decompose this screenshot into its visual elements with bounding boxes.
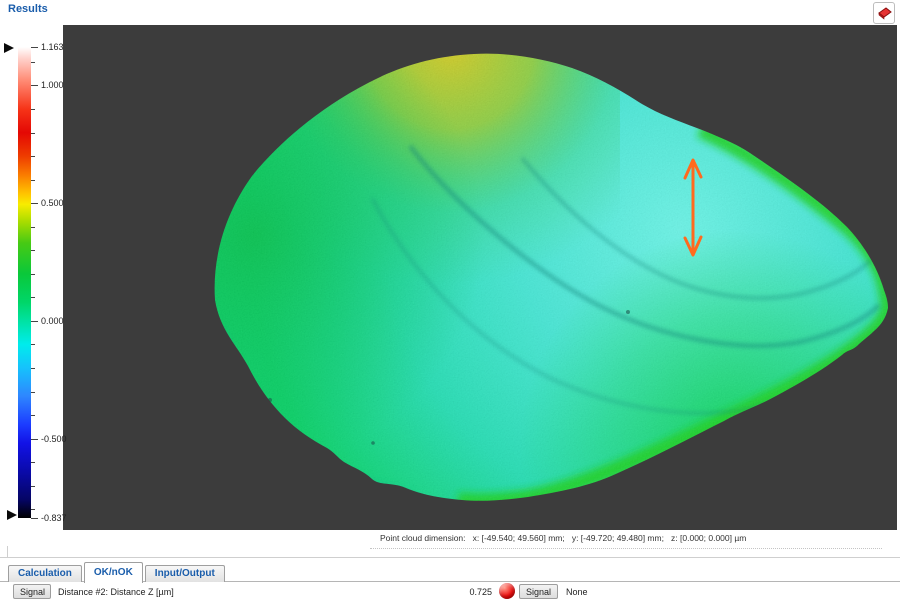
signal1-description: Distance #2: Distance Z [µm] (58, 587, 174, 597)
colorbar-tick (31, 203, 38, 204)
colorbar-tick (31, 486, 35, 487)
point-cloud-viewport[interactable] (63, 25, 897, 530)
separator-line (0, 557, 900, 558)
colorbar-tick (31, 156, 35, 157)
colorbar-tick (31, 227, 35, 228)
colorbar-gradient (18, 47, 31, 518)
colorbar-tick (31, 321, 38, 322)
colorbar-tick (31, 368, 35, 369)
red-surface-icon (875, 4, 893, 22)
tab-input-output[interactable]: Input/Output (145, 565, 225, 582)
colorbar-tick (31, 297, 35, 298)
colorbar-tick (31, 344, 35, 345)
page-title: Results (8, 3, 48, 15)
colorbar-min-marker[interactable] (7, 510, 17, 520)
colorbar-tick-label: 1.163 (41, 42, 64, 52)
colorbar-tick (31, 439, 38, 440)
signal-row: Signal 1 Distance #2: Distance Z [µm] 0.… (0, 583, 900, 600)
surface-view-button[interactable] (873, 2, 895, 24)
colorbar-max-marker[interactable] (4, 43, 14, 53)
colorbar-tick (31, 250, 35, 251)
status-line: Point cloud dimension: x: [-49.540; 49.5… (380, 533, 746, 543)
colorbar-tick-label: 0.500 (41, 198, 64, 208)
signal1-value: 0.725 (462, 587, 492, 597)
bottom-tab-strip: Calculation OK/nOK Input/Output (8, 561, 227, 582)
colorbar-tick (31, 62, 35, 63)
colorbar-tick (31, 415, 35, 416)
colorbar-tick (31, 462, 35, 463)
colorbar-tick (31, 509, 35, 510)
colorbar-tick-label: -0.837 (41, 513, 67, 523)
colorbar-tick (31, 518, 38, 519)
signal5-button[interactable]: Signal 5 (519, 584, 558, 599)
panel-corner-line (7, 546, 8, 557)
splitter-handle[interactable] (370, 548, 882, 549)
colorbar-tick-label: -0.500 (41, 434, 67, 444)
colorbar-tick-label: 1.000 (41, 80, 64, 90)
status-led-nok (499, 583, 515, 599)
point-cloud-object (63, 25, 897, 530)
tab-ok-nok[interactable]: OK/nOK (84, 562, 143, 583)
colorbar-tick (31, 85, 38, 86)
signal5-description: None (566, 587, 588, 597)
colorbar-tick (31, 274, 35, 275)
colorbar-tick (31, 392, 35, 393)
signal1-button[interactable]: Signal 1 (13, 584, 51, 599)
colorbar-tick (31, 180, 35, 181)
colorbar-tick (31, 133, 35, 134)
colorbar-tick (31, 109, 35, 110)
colorbar-tick-label: 0.000 (41, 316, 64, 326)
colorbar-tick (31, 47, 38, 48)
results-panel: Results (0, 0, 900, 600)
tab-calculation[interactable]: Calculation (8, 565, 82, 582)
